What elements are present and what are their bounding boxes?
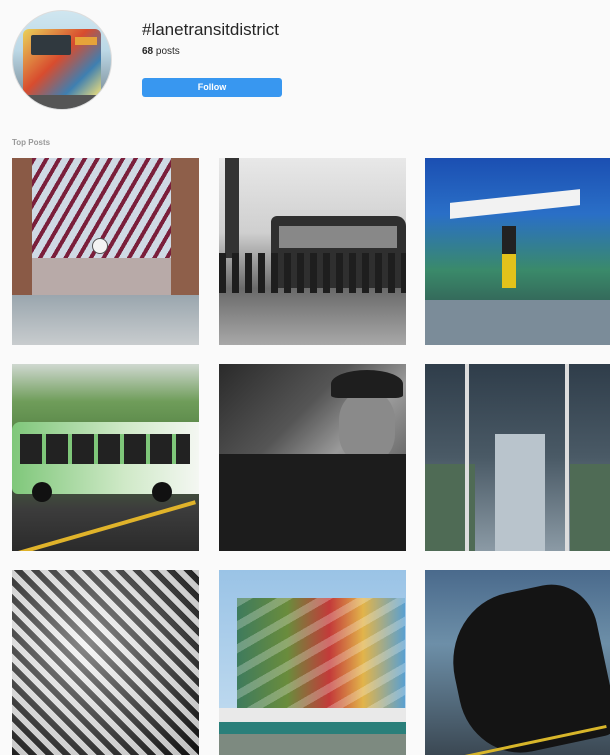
post-tile[interactable] — [12, 570, 199, 755]
post-tile[interactable] — [219, 158, 406, 345]
post-tile[interactable] — [219, 364, 406, 551]
post-tile[interactable] — [425, 570, 610, 755]
post-tile[interactable] — [425, 158, 610, 345]
post-tile[interactable] — [219, 570, 406, 755]
post-tile[interactable] — [425, 364, 610, 551]
post-tile[interactable] — [12, 364, 199, 551]
post-tile[interactable] — [12, 158, 199, 345]
posts-grid — [0, 0, 610, 755]
